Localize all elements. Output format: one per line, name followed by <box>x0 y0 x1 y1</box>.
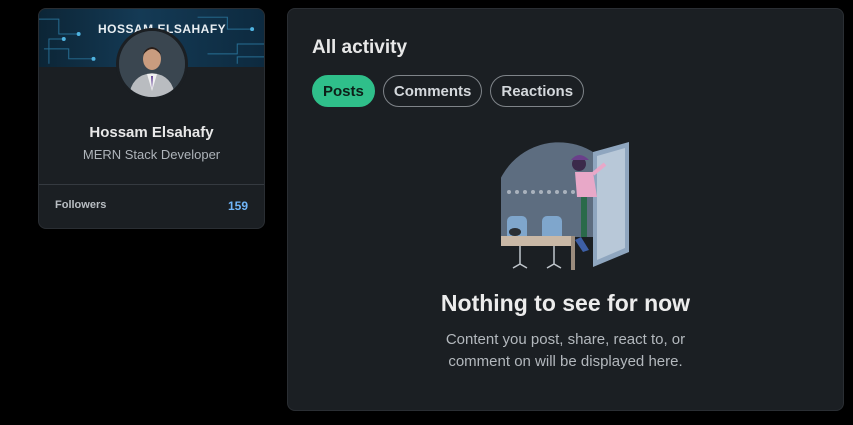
activity-tabs: Posts Comments Reactions <box>312 75 585 107</box>
person-photo-icon <box>119 31 185 97</box>
activity-card: All activity Posts Comments Reactions No… <box>287 8 844 411</box>
profile-name[interactable]: Hossam Elsahafy <box>39 124 264 141</box>
tab-reactions[interactable]: Reactions <box>490 75 585 107</box>
divider <box>39 184 264 185</box>
tab-posts[interactable]: Posts <box>312 75 375 107</box>
tab-comments[interactable]: Comments <box>382 75 483 107</box>
empty-state-title: Nothing to see for now <box>440 290 691 316</box>
profile-card: HOSSAM ELSAHAFY Hossam Elsahafy MERN Sta… <box>38 8 265 229</box>
avatar[interactable] <box>116 28 188 100</box>
activity-title: All activity <box>312 37 408 58</box>
empty-state-description-line-2: comment on will be displayed here. <box>448 353 683 370</box>
empty-state-description: Content you post, share, react to, or co… <box>288 329 843 373</box>
empty-state-description-line-1: Content you post, share, react to, or <box>445 331 686 348</box>
followers-label[interactable]: Followers <box>55 199 106 211</box>
profile-headline: MERN Stack Developer <box>82 147 221 162</box>
empty-state-illustration-icon <box>501 142 629 270</box>
followers-count[interactable]: 159 <box>228 199 248 213</box>
